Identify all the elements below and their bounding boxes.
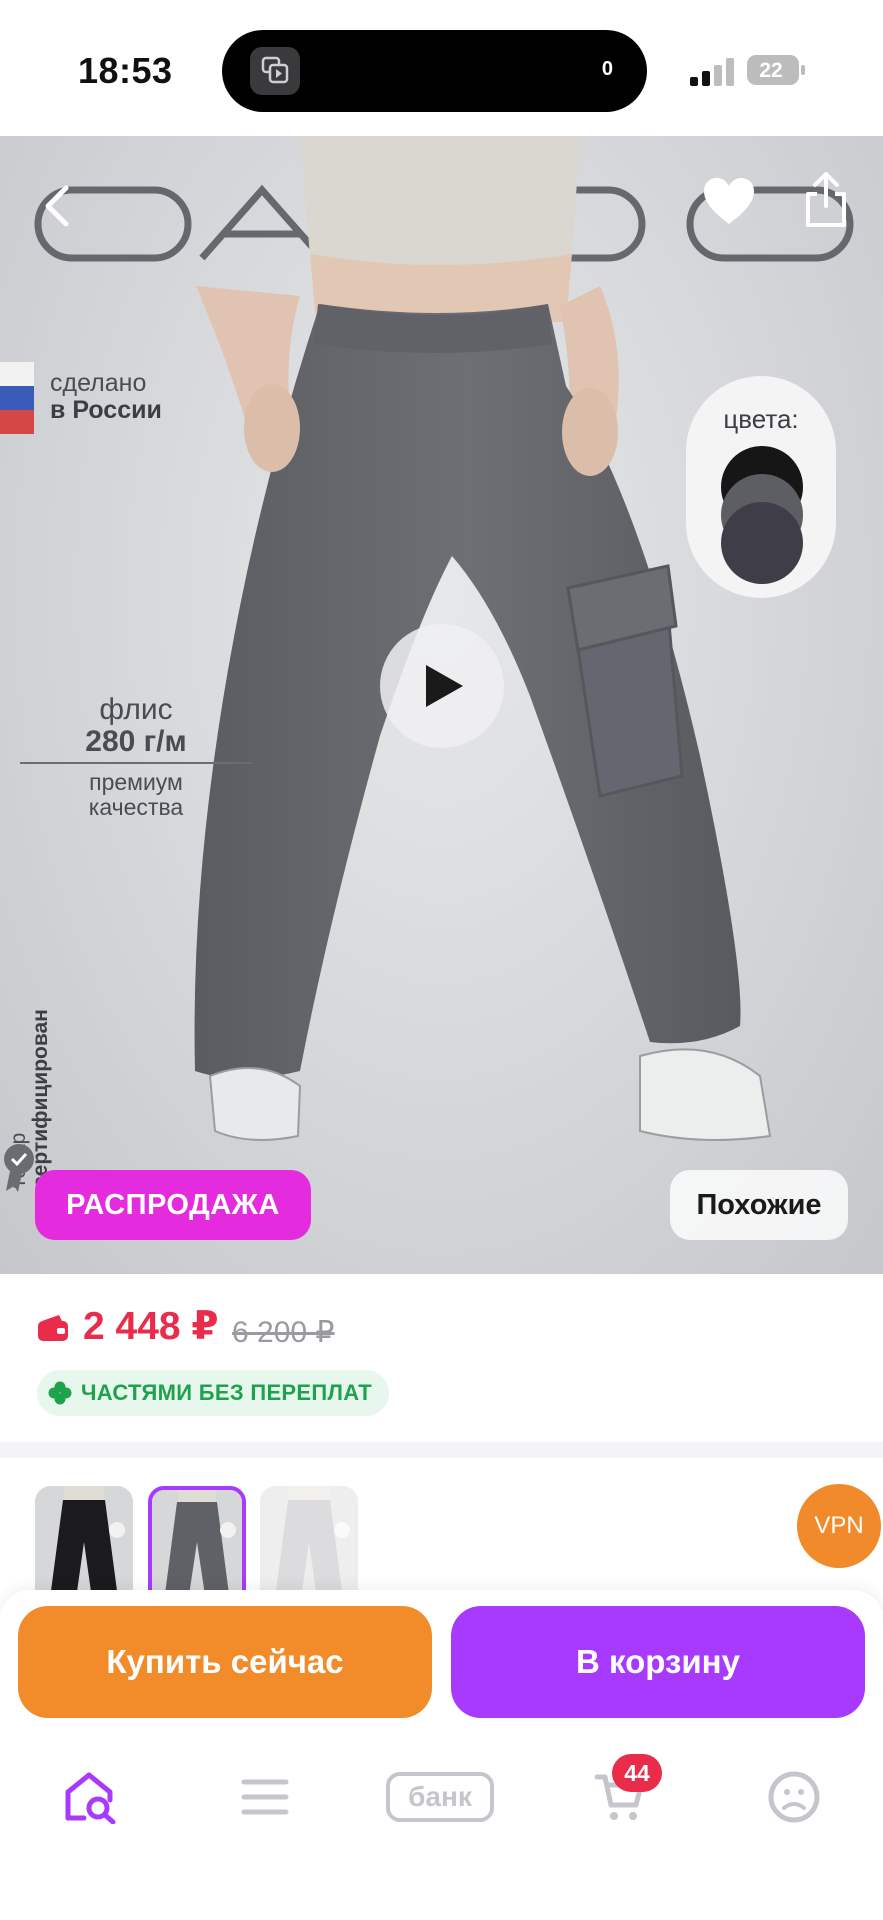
home-search-icon bbox=[65, 1772, 116, 1824]
variant-thumb-black[interactable] bbox=[35, 1486, 133, 1590]
color-swatch-graphite bbox=[721, 502, 803, 584]
nav-home[interactable] bbox=[58, 1762, 122, 1832]
variant-thumb-gray[interactable] bbox=[148, 1486, 246, 1590]
profile-icon bbox=[768, 1771, 820, 1823]
nav-bank[interactable]: банк bbox=[386, 1762, 494, 1832]
bank-label: банк bbox=[386, 1772, 494, 1822]
status-bar: 18:53 0 22 bbox=[0, 0, 883, 136]
back-button[interactable] bbox=[36, 176, 76, 236]
island-count: 0 bbox=[601, 58, 613, 80]
menu-icon bbox=[241, 1779, 289, 1815]
chevron-left-icon bbox=[45, 185, 69, 227]
made-in-line1: сделано bbox=[50, 369, 147, 397]
fleece-line3: премиум bbox=[89, 769, 183, 795]
made-in-line2: в России bbox=[50, 396, 162, 424]
share-icon bbox=[806, 172, 846, 227]
made-in-russia-label: сделано в России bbox=[50, 370, 162, 424]
add-to-cart-button[interactable]: В корзину bbox=[451, 1606, 865, 1718]
current-price: 2 448 ₽ bbox=[83, 1305, 219, 1348]
buy-now-button[interactable]: Купить сейчас bbox=[18, 1606, 432, 1718]
play-icon bbox=[426, 665, 463, 707]
clover-icon bbox=[48, 1381, 72, 1405]
fleece-line2: 280 г/м bbox=[20, 726, 252, 764]
product-image-gallery[interactable]: сделано в России цвета: флис 280 г/м пре… bbox=[0, 136, 883, 1274]
play-video-button[interactable] bbox=[380, 624, 504, 748]
section-divider bbox=[0, 1442, 883, 1458]
russia-flag-icon bbox=[0, 362, 34, 434]
vpn-button[interactable]: VPN bbox=[797, 1484, 881, 1568]
old-price: 6 200 ₽ bbox=[232, 1316, 335, 1349]
screen-mirror-icon bbox=[250, 47, 300, 95]
battery-icon: 22 bbox=[747, 55, 805, 85]
installments-label: ЧАСТЯМИ БЕЗ ПЕРЕПЛАТ bbox=[81, 1380, 373, 1405]
colors-label: цвета: bbox=[723, 404, 799, 434]
certificate-icon bbox=[4, 1144, 34, 1192]
wallet-icon bbox=[38, 1315, 68, 1341]
dynamic-island: 0 bbox=[222, 30, 647, 112]
fleece-info: флис 280 г/м премиум качества bbox=[20, 694, 252, 820]
installments-badge[interactable]: ЧАСТЯМИ БЕЗ ПЕРЕПЛАТ bbox=[37, 1370, 389, 1416]
variant-thumb-light[interactable] bbox=[260, 1486, 358, 1590]
bottom-navigation: банк 44 bbox=[0, 1726, 883, 1920]
fleece-line4: качества bbox=[88, 794, 184, 820]
similar-items-button[interactable]: Похожие bbox=[670, 1170, 848, 1240]
nav-profile[interactable] bbox=[764, 1762, 824, 1832]
price-section: 2 448 ₽ 6 200 ₽ ЧАСТЯМИ БЕЗ ПЕРЕПЛАТ bbox=[0, 1274, 883, 1442]
heart-icon bbox=[704, 178, 754, 224]
colors-card: цвета: bbox=[686, 376, 836, 598]
battery-level: 22 bbox=[759, 59, 783, 82]
status-time: 18:53 bbox=[78, 50, 173, 91]
sale-badge: РАСПРОДАЖА bbox=[35, 1170, 311, 1240]
cellular-signal-icon bbox=[690, 58, 734, 86]
share-button[interactable] bbox=[798, 168, 854, 232]
cart-count-badge: 44 bbox=[612, 1754, 662, 1792]
variant-thumbnails bbox=[0, 1458, 883, 1590]
purchase-action-bar: Купить сейчас В корзину bbox=[0, 1590, 883, 1726]
favorite-button[interactable] bbox=[700, 172, 758, 230]
fleece-line1: флис bbox=[99, 693, 173, 726]
nav-catalog[interactable] bbox=[236, 1762, 294, 1832]
